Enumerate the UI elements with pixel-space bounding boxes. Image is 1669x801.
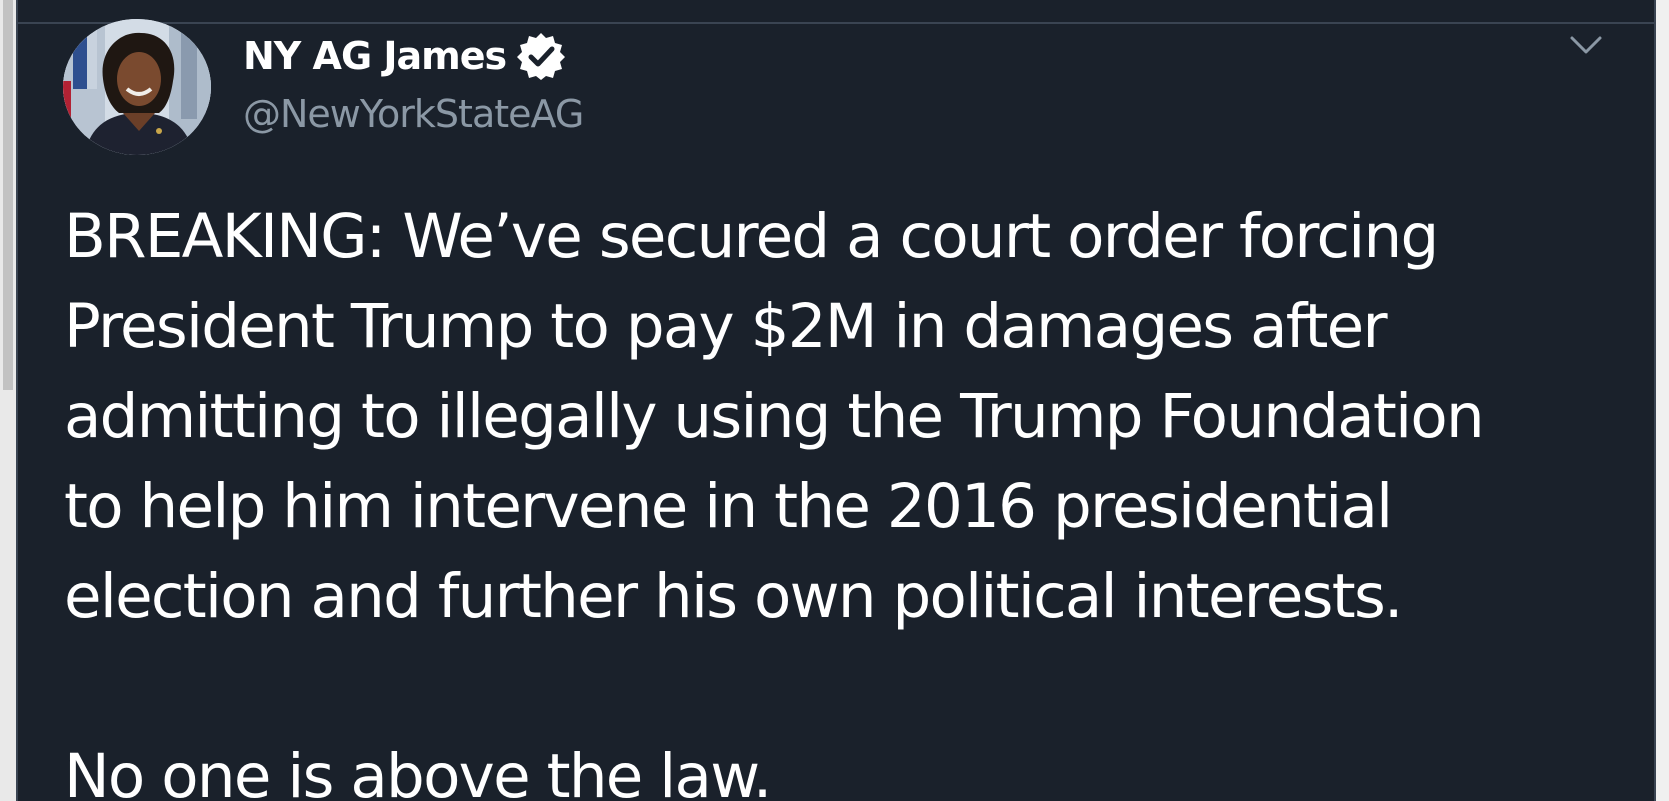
tweet-frame: NY AG James @NewYorkStateAG BREAKING: We… <box>0 0 1669 801</box>
tweet-text-line: BREAKING: We’ve secured a court order fo… <box>64 201 1439 272</box>
profile-photo <box>63 19 211 155</box>
chevron-down-icon <box>1570 36 1602 54</box>
scrollbar[interactable] <box>0 0 16 801</box>
tweet-text-line: admitting to illegally using the Trump F… <box>64 381 1485 452</box>
author-display-name[interactable]: NY AG James <box>243 28 507 84</box>
tweet-menu-button[interactable] <box>1568 30 1604 60</box>
author-handle[interactable]: @NewYorkStateAG <box>243 86 584 142</box>
author-name-row[interactable]: NY AG James <box>243 28 566 84</box>
scrollbar-thumb[interactable] <box>3 0 13 390</box>
tweet-text-line: election and further his own political i… <box>64 561 1403 632</box>
tweet-text: BREAKING: We’ve secured a court order fo… <box>64 192 1644 801</box>
tweet-text-line: to help him intervene in the 2016 presid… <box>64 471 1393 542</box>
tweet-text-closing-line: No one is above the law. <box>64 741 772 801</box>
verified-badge-icon <box>516 31 566 81</box>
paragraph-break <box>64 642 1644 732</box>
avatar[interactable] <box>63 19 211 155</box>
left-border <box>16 0 18 801</box>
right-margin <box>1656 0 1669 801</box>
tweet-text-line: President Trump to pay $2M in damages af… <box>64 291 1388 362</box>
top-divider <box>18 22 1654 24</box>
